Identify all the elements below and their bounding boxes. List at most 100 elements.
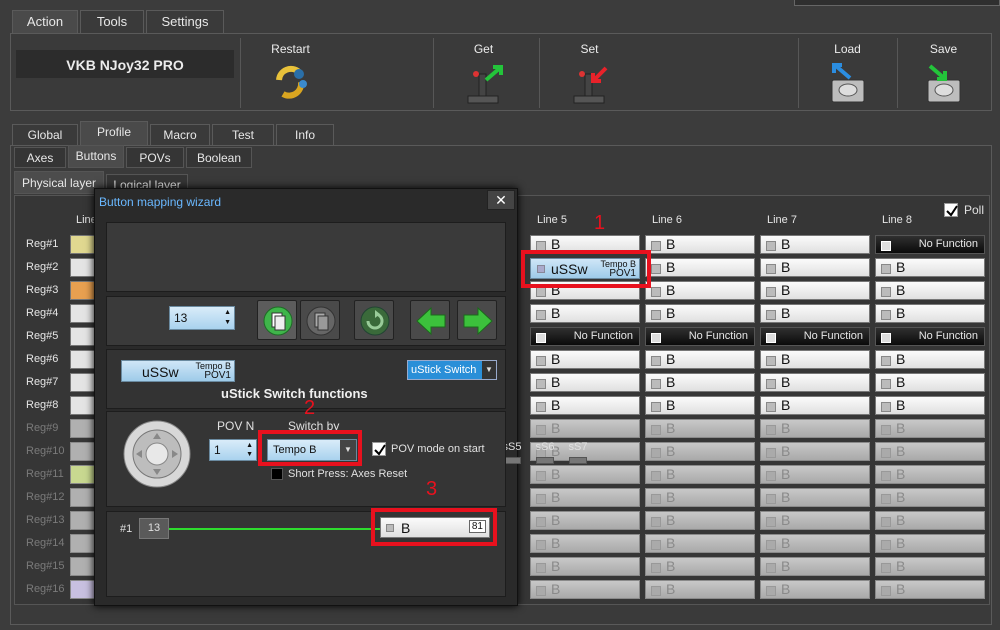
tab-test[interactable]: Test — [212, 124, 274, 145]
button-cell[interactable]: B — [875, 442, 985, 461]
button-cell[interactable]: B — [645, 534, 755, 553]
button-cell[interactable]: B — [760, 235, 870, 254]
button-cell[interactable]: B — [645, 488, 755, 507]
poll-checkbox[interactable] — [944, 203, 958, 217]
set-button[interactable]: Set — [539, 38, 639, 108]
prev-button[interactable] — [410, 300, 450, 340]
tab-profile[interactable]: Profile — [80, 121, 148, 145]
button-cell[interactable]: B — [645, 350, 755, 369]
button-cell[interactable]: B — [530, 511, 640, 530]
button-cell[interactable]: B — [875, 557, 985, 576]
button-cell[interactable]: B — [645, 396, 755, 415]
button-cell[interactable]: B — [760, 350, 870, 369]
line-stub-cell[interactable] — [70, 580, 95, 599]
tab-boolean[interactable]: Boolean — [186, 147, 252, 168]
button-cell[interactable]: B — [530, 580, 640, 599]
button-cell[interactable]: B — [875, 373, 985, 392]
tab-povs[interactable]: POVs — [126, 147, 184, 168]
button-cell[interactable]: B — [645, 258, 755, 277]
button-cell[interactable]: B — [530, 350, 640, 369]
reset-button[interactable] — [354, 300, 394, 340]
line-stub-cell[interactable] — [70, 373, 95, 392]
tab-global[interactable]: Global — [12, 124, 78, 145]
line-stub-cell[interactable] — [70, 419, 95, 438]
button-cell[interactable]: B — [760, 419, 870, 438]
pov-n-spinner[interactable]: 1 ▲ ▼ — [209, 439, 257, 461]
line-stub-cell[interactable] — [70, 465, 95, 484]
button-cell[interactable]: B — [645, 281, 755, 300]
button-cell[interactable]: B — [875, 511, 985, 530]
button-cell[interactable]: B — [760, 534, 870, 553]
save-button[interactable]: Save — [897, 38, 989, 108]
get-button[interactable]: Get — [433, 38, 533, 108]
line-stub-cell[interactable] — [70, 488, 95, 507]
next-button[interactable] — [457, 300, 497, 340]
button-cell[interactable]: B — [645, 465, 755, 484]
line-stub-cell[interactable] — [70, 258, 95, 277]
button-cell[interactable]: B — [760, 281, 870, 300]
button-cell[interactable]: B — [760, 465, 870, 484]
restart-button[interactable]: Restart — [240, 38, 340, 108]
tab-physical-layer[interactable]: Physical layer — [14, 171, 104, 194]
tab-settings[interactable]: Settings — [146, 10, 224, 33]
button-cell[interactable]: B — [645, 304, 755, 323]
button-cell[interactable]: B — [760, 373, 870, 392]
tab-macro[interactable]: Macro — [150, 124, 210, 145]
dialog-close-button[interactable]: ✕ — [487, 190, 515, 210]
button-cell[interactable]: No Function — [875, 327, 985, 346]
button-cell[interactable]: B — [875, 488, 985, 507]
pov-mode-checkbox[interactable] — [372, 442, 386, 456]
button-cell[interactable]: B — [530, 373, 640, 392]
line-stub-cell[interactable] — [70, 396, 95, 415]
tab-info[interactable]: Info — [276, 124, 334, 145]
button-cell[interactable]: B — [760, 442, 870, 461]
button-cell[interactable]: B — [760, 488, 870, 507]
button-cell[interactable]: B — [530, 396, 640, 415]
button-number-spinner[interactable]: 13 ▲ ▼ — [169, 306, 235, 330]
paste-button[interactable] — [257, 300, 297, 340]
line-stub-cell[interactable] — [70, 511, 95, 530]
line-stub-cell[interactable] — [70, 534, 95, 553]
button-cell[interactable]: No Function — [875, 235, 985, 254]
copy-button[interactable] — [300, 300, 340, 340]
tab-buttons[interactable]: Buttons — [68, 145, 124, 168]
button-cell[interactable]: B — [875, 419, 985, 438]
line-stub-cell[interactable] — [70, 557, 95, 576]
button-cell[interactable]: No Function — [530, 327, 640, 346]
button-cell[interactable]: B — [875, 258, 985, 277]
button-cell[interactable]: B — [875, 580, 985, 599]
line-stub-cell[interactable] — [70, 327, 95, 346]
button-cell[interactable]: B — [875, 465, 985, 484]
button-cell[interactable]: B — [530, 465, 640, 484]
button-cell[interactable]: B — [760, 304, 870, 323]
button-cell[interactable]: B — [760, 557, 870, 576]
button-cell[interactable]: B — [530, 488, 640, 507]
button-cell[interactable]: B — [645, 511, 755, 530]
short-press-checkbox[interactable] — [271, 468, 283, 480]
line-stub-cell[interactable] — [70, 235, 95, 254]
tab-axes[interactable]: Axes — [14, 147, 66, 168]
button-cell[interactable]: B — [530, 419, 640, 438]
button-cell[interactable]: B — [645, 557, 755, 576]
button-cell[interactable]: No Function — [760, 327, 870, 346]
button-cell[interactable]: B — [645, 373, 755, 392]
button-cell[interactable]: B — [530, 534, 640, 553]
button-cell[interactable]: B — [875, 281, 985, 300]
button-cell[interactable]: B — [530, 304, 640, 323]
button-cell[interactable]: B — [645, 442, 755, 461]
button-cell[interactable]: B — [645, 235, 755, 254]
load-button[interactable]: Load — [798, 38, 896, 108]
button-cell[interactable]: B — [875, 350, 985, 369]
button-cell[interactable]: B — [760, 511, 870, 530]
button-cell[interactable]: B — [760, 580, 870, 599]
button-cell[interactable]: B — [645, 580, 755, 599]
button-cell[interactable]: B — [760, 396, 870, 415]
button-cell[interactable]: B — [875, 534, 985, 553]
line-stub-cell[interactable] — [70, 304, 95, 323]
button-cell[interactable]: B — [875, 396, 985, 415]
button-cell[interactable]: No Function — [645, 327, 755, 346]
function-type-select[interactable]: uStick Switch ▼ — [407, 360, 497, 380]
tab-tools[interactable]: Tools — [80, 10, 144, 33]
button-cell[interactable]: B — [875, 304, 985, 323]
line-stub-cell[interactable] — [70, 350, 95, 369]
